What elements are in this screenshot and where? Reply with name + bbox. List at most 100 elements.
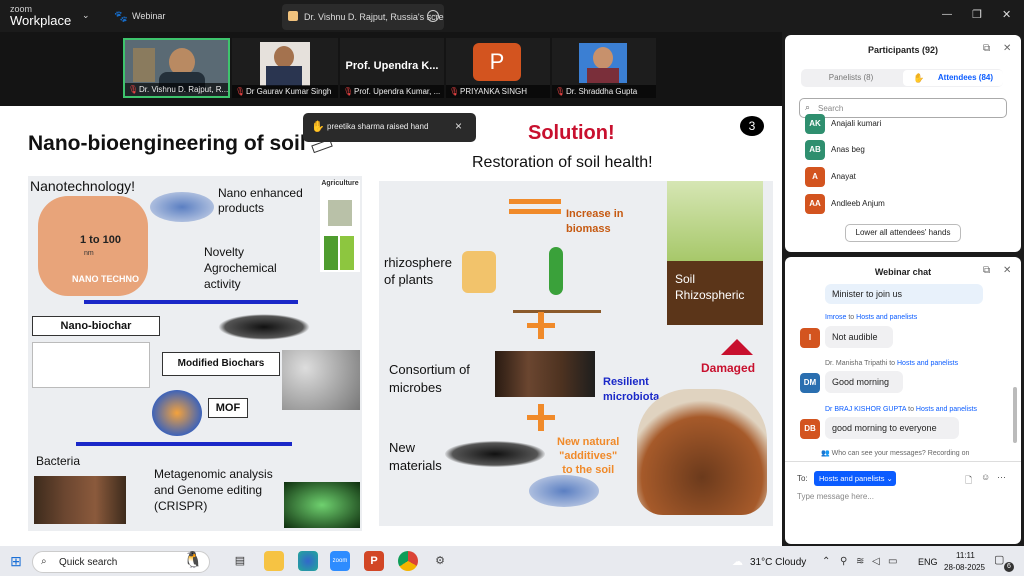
participant-name: Anayat — [831, 172, 856, 181]
biochar-pile-image — [218, 314, 310, 340]
page-number-badge: 3 — [740, 116, 764, 136]
video-tile[interactable]: 🎙 Dr. Shraddha Gupta — [552, 38, 656, 98]
weather-icon[interactable]: ☁ — [732, 555, 743, 568]
zoom-app-icon[interactable]: zoom — [330, 551, 350, 571]
volume-icon[interactable]: ◁ — [872, 556, 880, 567]
settings-gear-icon[interactable]: ⚙ — [430, 551, 450, 571]
taskbar-search[interactable]: ⌕ Quick search 🐧 — [32, 551, 210, 573]
nano-products-text: Nano enhanced products — [218, 186, 303, 215]
lower-hands-button[interactable]: Lower all attendees' hands — [845, 224, 961, 242]
agriculture-label: Agriculture — [321, 180, 359, 187]
chevron-up-icon[interactable]: ⌃ — [822, 556, 830, 567]
avatar: DB — [800, 419, 820, 439]
bottle-icon — [324, 236, 338, 270]
file-icon[interactable]: 🗋 — [965, 473, 972, 489]
more-icon[interactable]: ⋯ — [997, 472, 1006, 483]
title-bar: zoom Workplace ⌄ 🐾 Webinar Dr. Vishnu D.… — [0, 0, 1024, 32]
rhizosphere-illustration — [637, 389, 767, 515]
video-tile[interactable]: P 🎙 PRIYANKA SINGH — [446, 38, 550, 98]
participant-face — [274, 46, 294, 68]
shared-slide: Nano-bioengineering of soil Solution! Re… — [0, 106, 782, 546]
close-panel-icon[interactable]: ✕ — [1003, 43, 1011, 54]
participant-row[interactable]: AB Anas beg — [805, 140, 995, 162]
wifi-icon[interactable]: ≋ — [856, 556, 864, 567]
powerpoint-icon[interactable]: P — [364, 551, 384, 571]
size-label: 1 to 100 — [80, 234, 121, 246]
battery-icon[interactable]: ▭ — [888, 556, 897, 567]
more-icon[interactable]: ··· — [427, 10, 439, 22]
chat-message-input[interactable]: Type message here... — [797, 492, 874, 501]
chrome-icon[interactable] — [398, 551, 418, 571]
weather-text[interactable]: 31°C Cloudy — [750, 557, 806, 568]
material-pile-image — [445, 441, 545, 467]
popout-icon[interactable]: ⧉ — [983, 265, 990, 276]
divider-line — [76, 442, 292, 446]
windows-start-icon[interactable]: ⊞ — [6, 551, 26, 571]
participant-initial-avatar: P — [473, 43, 521, 81]
right-panel: Increase in biomass rhizosphere of plant… — [379, 181, 773, 526]
tab-panelists[interactable]: Panelists (8) — [801, 69, 901, 87]
webinar-label[interactable]: Webinar — [132, 11, 165, 21]
equals-sign-bottom — [509, 209, 561, 214]
tab-attendees[interactable]: ✋ Attendees (84) — [903, 70, 1003, 86]
child-watering-image — [462, 251, 496, 293]
agriculture-box: Agriculture — [320, 180, 360, 272]
chevron-down-icon[interactable]: ⌄ — [82, 10, 90, 21]
plus-sign-v — [538, 404, 544, 431]
file-explorer-icon[interactable] — [264, 551, 284, 571]
chat-message-bubble: Not audible — [825, 326, 893, 348]
participant-row[interactable]: AK Anajali kumari — [805, 114, 995, 136]
clock-time[interactable]: 11:11 — [956, 551, 975, 560]
soil-rhizospheric-text: Soil Rhizospheric — [675, 272, 745, 302]
fluorescence-image — [284, 482, 360, 528]
widgets-icon[interactable]: ▤ — [230, 551, 250, 571]
video-tile-label: 🎙 Dr Gaurav Kumar Singh — [232, 85, 338, 98]
edge-browser-icon[interactable] — [298, 551, 318, 571]
video-tile[interactable]: Prof. Upendra K... 🎙 Prof. Upendra Kumar,… — [340, 38, 444, 98]
participant-row[interactable]: A Anayat — [805, 167, 995, 189]
participant-tabs: Panelists (8) ✋ Attendees (84) — [801, 69, 1003, 87]
chevron-down-icon: ⌄ — [886, 474, 893, 483]
to-label: To: — [797, 474, 808, 483]
language-indicator[interactable]: ENG — [918, 557, 938, 567]
plant-roots-diagram — [513, 241, 601, 313]
popout-icon[interactable]: ⧉ — [983, 43, 990, 54]
participant-name: Andleeb Anjum — [831, 199, 885, 208]
share-thumbnail-icon — [288, 11, 298, 21]
participant-name: Anas beg — [831, 145, 865, 154]
close-button[interactable]: ✕ — [1002, 8, 1011, 21]
mic-icon: 🎙 — [128, 85, 139, 94]
notification-text: preetika sharma raised hand — [327, 122, 429, 131]
mic-muted-icon: 🎙 — [343, 87, 354, 96]
emoji-icon[interactable]: ☺ — [981, 472, 990, 482]
grass-image — [667, 181, 763, 261]
video-tile[interactable]: 🎙 Dr Gaurav Kumar Singh — [232, 38, 338, 98]
tray-icon[interactable]: ⚲ — [840, 556, 847, 567]
mof-structure-image — [152, 390, 202, 436]
restore-button[interactable]: ❐ — [972, 8, 982, 21]
mof-box: MOF — [208, 398, 248, 418]
webinar-chat-panel: Webinar chat ⧉ ✕ Minister to join us Imr… — [785, 257, 1021, 544]
participant-row[interactable]: AA Andleeb Anjum — [805, 194, 995, 216]
left-panel: Nanotechnology! 1 to 100 nm NANO TECHNO … — [28, 176, 362, 531]
slide-subtitle: Restoration of soil health! — [472, 154, 653, 171]
close-panel-icon[interactable]: ✕ — [1003, 265, 1011, 276]
avatar: I — [800, 328, 820, 348]
chat-scrollbar[interactable] — [1013, 387, 1017, 443]
video-tile-speaker[interactable]: 🎙 Dr. Vishnu D. Rajput, R... — [123, 38, 230, 98]
new-materials-text: New materials — [389, 440, 442, 473]
search-icon: ⌕ — [41, 556, 47, 567]
minimize-button[interactable]: — — [942, 9, 952, 20]
soil-block: Soil Rhizospheric — [667, 261, 763, 325]
bird-icon: 🐧 — [183, 552, 203, 569]
chat-visibility-note[interactable]: 👥 Who can see your messages? Recording o… — [821, 449, 969, 457]
chat-message-header: Dr BRAJ KISHOR GUPTA to Hosts and paneli… — [825, 406, 978, 413]
nanoparticle-image — [529, 475, 599, 507]
clock-date[interactable]: 28-08-2025 — [944, 563, 985, 572]
screen-share-tab[interactable]: Dr. Vishnu D. Rajput, Russia's scre ··· — [282, 4, 444, 30]
notification-close-button[interactable]: × — [455, 119, 462, 133]
recipient-dropdown[interactable]: Hosts and panelists ⌄ — [814, 471, 896, 486]
participant-body — [587, 68, 619, 83]
notification-count-badge: 6 — [1004, 562, 1014, 572]
tab-attendees-label: Attendees (84) — [937, 73, 993, 82]
